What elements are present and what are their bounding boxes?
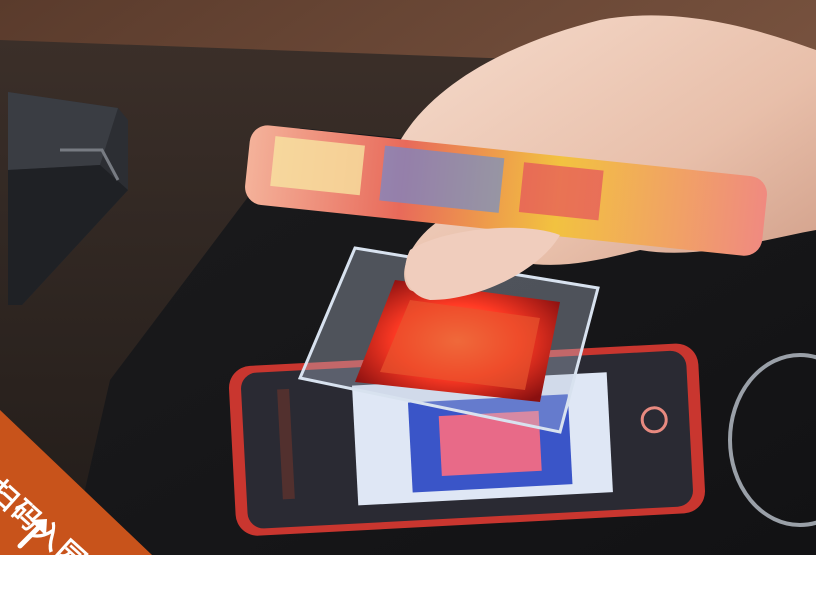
scene-photo — [0, 0, 816, 555]
